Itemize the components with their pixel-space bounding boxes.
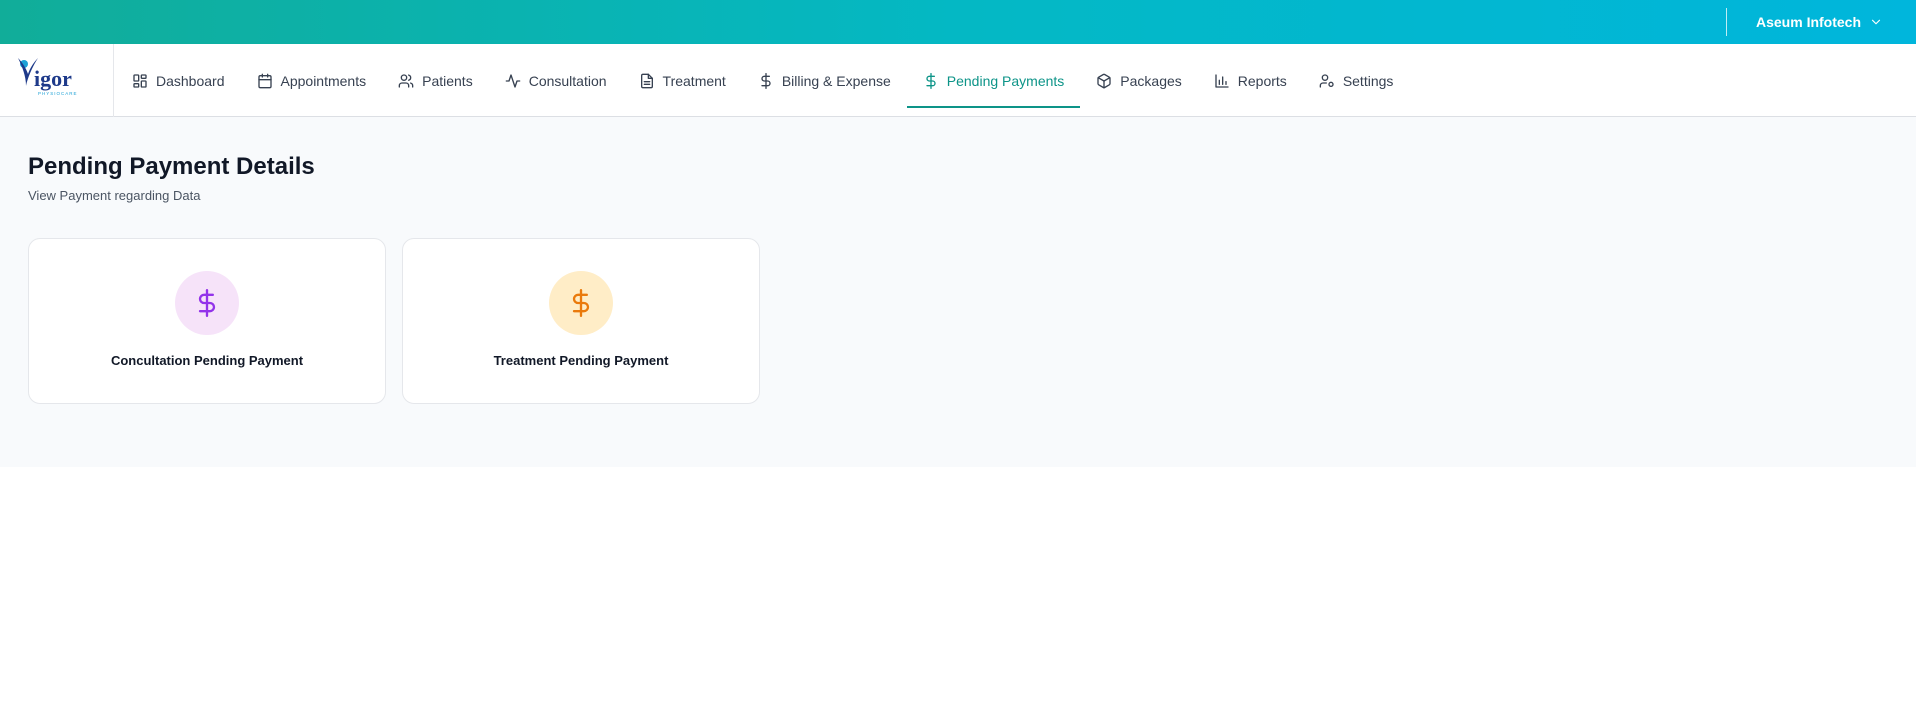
dollar-icon [761,72,771,89]
dashboard-icon [133,73,147,88]
activity-icon [505,73,521,88]
logo-icon: igor PHYSIOCARE [18,58,78,96]
document-icon [640,73,653,88]
dollar-icon [198,289,216,317]
page-title: Pending Payment Details [28,153,315,180]
card-label: Concultation Pending Payment [110,353,304,368]
nav-item-label: Pending Payments [946,72,1065,89]
logo-name: igor [34,66,72,91]
nav-item-label: Patients [422,72,473,89]
chevron-down-icon [1871,19,1881,25]
header-divider [1726,8,1727,36]
nav-item-packages[interactable]: Packages [1080,44,1197,117]
nav-item-label: Consultation [528,72,607,89]
main-content: Pending Payment Details View Payment reg… [0,117,1916,467]
page-subtitle: View Payment regarding Data [28,188,201,203]
nav-item-label: Treatment [662,72,726,89]
card-icon-circle [549,271,613,335]
dollar-icon [572,289,590,317]
account-menu[interactable]: Aseum Infotech [1756,0,1883,44]
nav-item-dashboard[interactable]: Dashboard [116,44,241,117]
calendar-icon [257,73,272,88]
card-label: Treatment Pending Payment [493,353,669,368]
nav-item-label: Settings [1342,72,1394,89]
nav-item-patients[interactable]: Patients [382,44,489,117]
main-navigation: igor PHYSIOCARE Dashboard Appointments P… [0,44,1916,117]
nav-item-settings[interactable]: Settings [1303,44,1410,117]
card-icon-circle [175,271,239,335]
nav-item-pending-payments[interactable]: Pending Payments [906,44,1081,117]
top-header-bar: Aseum Infotech [0,0,1916,44]
nav-item-label: Appointments [280,72,367,89]
nav-item-label: Dashboard [156,72,225,89]
consultation-pending-payment-card[interactable]: Concultation Pending Payment [28,238,386,404]
nav-item-appointments[interactable]: Appointments [241,44,383,117]
nav-item-consultation[interactable]: Consultation [489,44,623,117]
nav-item-label: Reports [1237,72,1287,89]
dollar-icon [926,72,936,89]
nav-item-label: Packages [1120,72,1182,89]
nav-item-reports[interactable]: Reports [1198,44,1303,117]
account-name: Aseum Infotech [1756,14,1862,30]
nav-item-label: Billing & Expense [781,72,891,89]
nav-item-treatment[interactable]: Treatment [623,44,742,117]
user-cog-icon [1319,73,1334,88]
treatment-pending-payment-card[interactable]: Treatment Pending Payment [402,238,760,404]
bar-chart-icon [1215,73,1229,88]
users-icon [398,73,414,88]
nav-item-billing-expense[interactable]: Billing & Expense [742,44,907,117]
logo-tagline: PHYSIOCARE [38,91,78,96]
package-icon [1097,73,1111,88]
logo[interactable]: igor PHYSIOCARE [0,44,114,117]
nav-tabs: Dashboard Appointments Patients Consulta… [116,44,1409,117]
